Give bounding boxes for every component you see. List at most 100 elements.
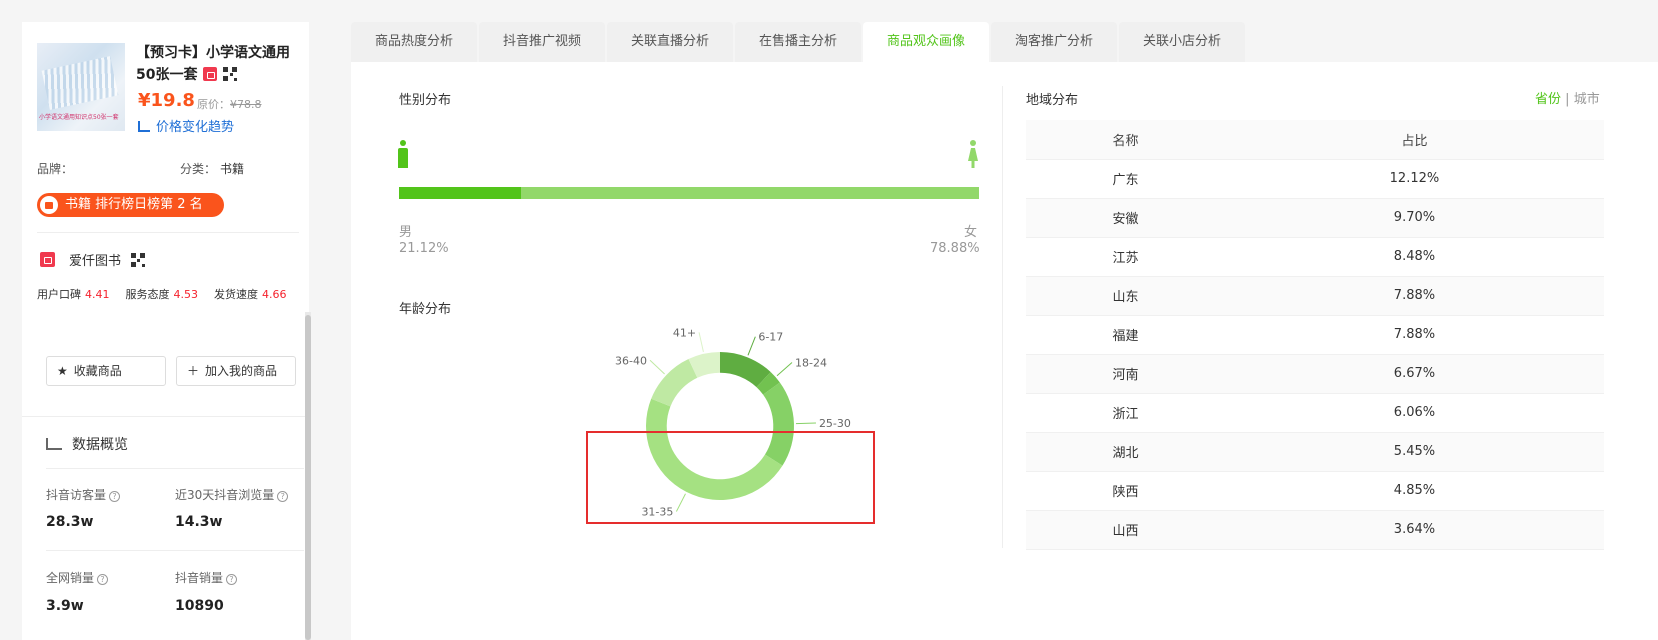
region-share: 6.06% xyxy=(1224,393,1604,433)
store-icon xyxy=(40,252,55,267)
table-row: 安徽 9.70% xyxy=(1026,198,1604,238)
price-trend-link[interactable]: 价格变化趋势 xyxy=(138,116,234,135)
donut-leader-line xyxy=(747,336,756,356)
region-switch[interactable]: 省份 | 城市 xyxy=(1535,88,1600,107)
tab-taoke-promotion[interactable]: 淘客推广分析 xyxy=(991,22,1117,62)
rank-badge[interactable]: 书籍 排行榜日榜第 2 名 xyxy=(37,193,224,217)
overview-title: 数据概览 xyxy=(46,434,128,454)
original-price: 原价：¥78.8 xyxy=(197,96,262,112)
original-price-label: 原价： xyxy=(197,98,230,111)
switch-city[interactable]: 城市 xyxy=(1574,92,1600,107)
table-row: 湖北 5.45% xyxy=(1026,432,1604,472)
region-section-title: 地域分布 xyxy=(1026,93,1079,108)
divider xyxy=(46,550,304,551)
tab-product-heat[interactable]: 商品热度分析 xyxy=(351,22,477,62)
stat-label-text: 全网销量 xyxy=(46,571,95,585)
region-share: 4.85% xyxy=(1224,471,1604,511)
table-row: 山西 3.64% xyxy=(1026,510,1604,550)
stat-label-30day-views: 近30天抖音浏览量? xyxy=(175,486,289,503)
male-icon xyxy=(398,140,408,168)
region-name: 浙江 xyxy=(1026,393,1225,433)
star-icon: ★ xyxy=(57,364,68,378)
shopping-bag-icon xyxy=(40,196,58,214)
help-icon[interactable]: ? xyxy=(97,574,109,585)
region-share: 12.12% xyxy=(1224,159,1604,199)
score-label: 服务态度 xyxy=(125,288,170,301)
donut-label: 6-17 xyxy=(758,331,783,344)
switch-province[interactable]: 省份 xyxy=(1535,92,1561,107)
table-row: 广东 12.12% xyxy=(1026,159,1604,199)
category-value: 书籍 xyxy=(220,162,245,176)
region-name: 陕西 xyxy=(1026,471,1225,511)
original-price-value: ¥78.8 xyxy=(230,98,262,111)
region-share: 9.70% xyxy=(1224,198,1604,238)
brand-label: 品牌： xyxy=(37,162,74,176)
donut-label: 41+ xyxy=(673,326,696,339)
region-name: 安徽 xyxy=(1026,198,1225,238)
qr-code-icon[interactable] xyxy=(223,67,238,81)
bar-chart-icon xyxy=(46,438,62,450)
score-value: 4.53 xyxy=(173,288,199,301)
tab-related-shops[interactable]: 关联小店分析 xyxy=(1119,22,1245,62)
tab-sellers[interactable]: 在售播主分析 xyxy=(735,22,861,62)
table-row: 山东 7.88% xyxy=(1026,276,1604,316)
divider xyxy=(46,468,304,469)
product-image-paper xyxy=(41,56,119,110)
trend-chart-icon xyxy=(138,121,150,132)
donut-slice-36-40[interactable] xyxy=(651,359,698,407)
help-icon[interactable]: ? xyxy=(277,491,289,502)
score-label: 发货速度 xyxy=(214,288,258,301)
stat-label-text: 抖音访客量 xyxy=(46,488,107,502)
tab-douyin-videos[interactable]: 抖音推广视频 xyxy=(479,22,605,62)
gender-section-title: 性别分布 xyxy=(399,93,452,108)
region-name: 山东 xyxy=(1026,276,1225,316)
section-divider xyxy=(1002,86,1003,548)
score-value: 4.41 xyxy=(85,288,110,301)
region-share: 7.88% xyxy=(1224,315,1604,355)
stat-label-douyin-sales: 抖音销量? xyxy=(175,569,238,586)
female-label: 女 xyxy=(964,225,978,240)
donut-label: 36-40 xyxy=(615,354,647,367)
region-table: 名称 占比 广东 12.12% 安徽 9.70% 江苏 8.48% 山东 7.88% 福… xyxy=(1026,120,1604,550)
table-row: 浙江 6.06% xyxy=(1026,393,1604,433)
category-label: 分类： xyxy=(180,162,217,176)
stat-label-douyin-visitors: 抖音访客量? xyxy=(46,486,121,503)
divider xyxy=(37,232,299,233)
scrollbar-thumb[interactable] xyxy=(305,315,311,640)
region-share: 3.64% xyxy=(1224,510,1604,550)
tab-live-streams[interactable]: 关联直播分析 xyxy=(607,22,733,62)
favorite-button[interactable]: ★ 收藏商品 xyxy=(46,356,166,386)
donut-leader-line xyxy=(698,332,704,352)
add-button-label: 加入我的商品 xyxy=(205,364,278,378)
stat-value-douyin-visitors: 28.3w xyxy=(46,514,94,530)
score-label: 用户口碑 xyxy=(37,288,81,301)
add-to-my-products-button[interactable]: ＋ 加入我的商品 xyxy=(176,356,296,386)
price-trend-label: 价格变化趋势 xyxy=(156,120,235,135)
region-name: 广东 xyxy=(1026,159,1225,199)
help-icon[interactable]: ? xyxy=(109,491,121,502)
table-header-row: 名称 占比 xyxy=(1026,120,1604,160)
region-share: 6.67% xyxy=(1224,354,1604,394)
overview-title-text: 数据概览 xyxy=(72,437,128,453)
gender-bar-male xyxy=(399,187,522,199)
region-share: 7.88% xyxy=(1224,276,1604,316)
table-row: 河南 6.67% xyxy=(1026,354,1604,394)
switch-separator: | xyxy=(1565,92,1570,107)
male-label: 男 xyxy=(399,225,413,240)
age-section-title: 年龄分布 xyxy=(399,302,452,317)
help-icon[interactable]: ? xyxy=(226,574,238,585)
shop-icon[interactable] xyxy=(203,67,218,81)
plus-icon: ＋ xyxy=(187,364,200,378)
donut-leader-line xyxy=(649,359,665,375)
score-value: 4.66 xyxy=(262,288,287,301)
product-image[interactable]: 小学语文通用知识点50张一套 xyxy=(37,43,125,131)
qr-code-icon[interactable] xyxy=(131,253,146,267)
shop-info[interactable]: 爱仟图书 xyxy=(40,250,146,269)
region-share: 5.45% xyxy=(1224,432,1604,472)
product-price: ¥19.8 xyxy=(138,90,195,111)
tab-audience-profile[interactable]: 商品观众画像 xyxy=(863,22,989,62)
divider xyxy=(22,416,305,417)
stat-value-30day-views: 14.3w xyxy=(175,514,223,530)
product-title[interactable]: 【预习卡】小学语文通用50张一套 xyxy=(136,42,304,86)
category: 分类： 书籍 xyxy=(180,160,244,177)
